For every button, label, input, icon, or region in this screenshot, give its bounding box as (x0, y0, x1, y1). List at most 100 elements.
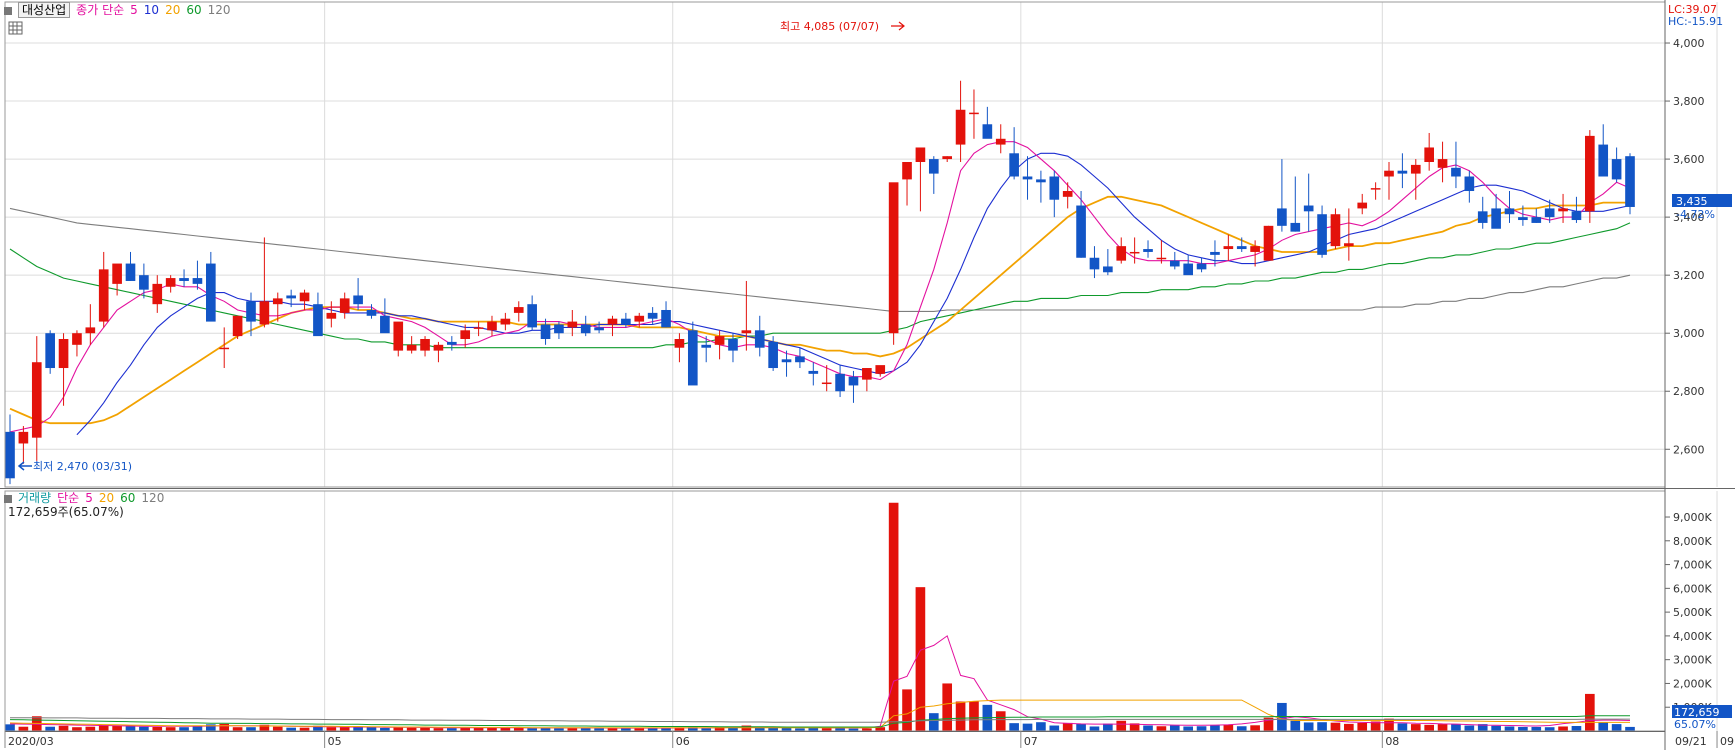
volume-bar (1491, 725, 1501, 731)
candle-body (380, 315, 390, 334)
volume-bar (72, 727, 82, 731)
ma-20-label: 20 (165, 3, 181, 17)
panel-menu-icon[interactable] (4, 6, 12, 15)
candle-body (5, 431, 15, 479)
candle-body (1451, 167, 1461, 177)
candle-body (808, 370, 819, 374)
candle-body (1263, 225, 1274, 261)
candle-body (473, 327, 484, 329)
candle-body (18, 431, 29, 444)
candle-body (179, 278, 189, 281)
candle-body (152, 283, 163, 305)
candle-body (1183, 263, 1194, 276)
candle-body (875, 365, 886, 374)
volume-bar (1210, 725, 1220, 731)
price-tick-label: 3,800 (1673, 95, 1705, 108)
candle-body (513, 307, 524, 313)
candle-body (1477, 211, 1488, 223)
candle-body (1022, 176, 1033, 180)
volume-bar (1625, 726, 1635, 731)
candle-body (433, 344, 444, 351)
candle-body (728, 339, 738, 351)
volume-info: 172,659주(65.07%) (8, 505, 124, 519)
candle-body (366, 309, 377, 316)
candle-body (661, 309, 671, 328)
candle-body (1156, 257, 1167, 260)
volume-bar (1330, 722, 1341, 731)
volume-bar (125, 726, 136, 731)
candle-body (1089, 257, 1100, 270)
volume-tick-label: 9,000K (1673, 511, 1712, 524)
stock-name[interactable]: 대성산업 (18, 2, 71, 18)
candle-body (339, 298, 350, 313)
vol-ma-60-label: 60 (120, 491, 136, 505)
candle-body (1062, 191, 1073, 197)
ma-5-label: 5 (130, 3, 138, 17)
candle-body (1370, 188, 1381, 190)
volume-bar (1544, 727, 1555, 731)
volume-bar (1196, 726, 1207, 731)
candle-body (1049, 176, 1060, 200)
volume-bar (1236, 726, 1247, 731)
candle-body (1410, 164, 1421, 174)
candle (1625, 153, 1635, 215)
volume-bar (339, 727, 350, 731)
candle-body (232, 315, 243, 337)
candle (232, 315, 243, 340)
volume-tick-label: 7,000K (1673, 559, 1712, 572)
volume-tick-label: 2,000K (1673, 677, 1712, 690)
candle-body (835, 373, 845, 392)
volume-bar (326, 727, 337, 731)
volume-tick-label: 3,000K (1673, 654, 1712, 667)
price-tick-label: 2,600 (1673, 443, 1705, 456)
candle-body (781, 359, 792, 363)
candle-body (85, 327, 96, 334)
candle-body (1571, 211, 1582, 221)
candle-body (982, 124, 993, 139)
volume-bar (112, 725, 122, 731)
candle-body (1437, 159, 1448, 168)
candle-body (420, 339, 430, 351)
candle-body (1290, 222, 1301, 232)
volume-bar (1009, 723, 1019, 731)
volume-bar (5, 724, 15, 731)
candle-body (125, 263, 136, 281)
volume-tick-label: 6,000K (1673, 582, 1712, 595)
volume-bar (1076, 723, 1086, 731)
volume-bar (1585, 693, 1595, 731)
candle-body (687, 330, 698, 386)
volume-bar (1410, 724, 1421, 731)
volume-bar (1062, 722, 1073, 731)
price-tick-label: 2,800 (1673, 385, 1705, 398)
volume-bar (1143, 725, 1153, 731)
volume-bar (1250, 725, 1260, 731)
candle-body (527, 304, 537, 328)
price-ma-label: 종가 단순 (76, 3, 125, 17)
volume-bar (192, 726, 203, 731)
candle-body (460, 330, 471, 340)
candle-body (1036, 179, 1046, 183)
volume-bar (272, 726, 283, 731)
candle-body (915, 147, 926, 162)
table-icon[interactable] (8, 21, 23, 35)
candle-body (1277, 208, 1287, 226)
volume-bar (1571, 726, 1582, 731)
date-tick-label: 09 (1720, 735, 1734, 748)
candle-body (942, 156, 953, 160)
volume-bar (246, 727, 256, 731)
candle-body (192, 278, 203, 284)
high-annotation: 최고 4,085 (07/07) (780, 20, 879, 33)
volume-bar (179, 727, 189, 731)
volume-tick-label: 8,000K (1673, 535, 1712, 548)
volume-panel-menu-icon[interactable] (4, 494, 12, 503)
current-volume-ratio: 65.07% (1674, 718, 1716, 731)
volume-bar (1156, 726, 1167, 731)
candle-body (1076, 205, 1086, 258)
volume-bar (1049, 725, 1060, 731)
candle-body (219, 347, 230, 350)
candle-body (594, 327, 604, 331)
vol-ma-5-label: 5 (85, 491, 93, 505)
volume-bar (942, 683, 953, 731)
candle-body (714, 336, 725, 345)
price-legend: 대성산업 종가 단순 5 10 20 60 120 (4, 2, 237, 18)
